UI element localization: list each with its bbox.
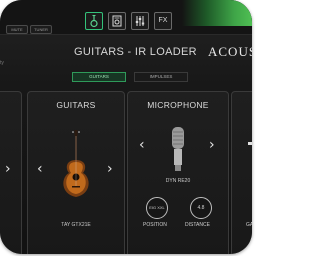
guitars-panel-title: GUITARS — [56, 100, 96, 110]
chevron-right-icon[interactable]: › — [5, 162, 11, 176]
tab-impulses[interactable]: IMPULSES — [134, 72, 188, 82]
gain-label: GA — [246, 222, 252, 228]
fx-icon: FX — [158, 17, 168, 24]
mic-next-button[interactable]: › — [209, 138, 215, 152]
microphone-image — [172, 127, 184, 171]
amp-tab-button[interactable] — [108, 12, 126, 30]
gain-panel: GA — [231, 91, 252, 254]
distance-label: DISTANCE — [185, 222, 210, 228]
position-label: POSITION — [143, 222, 167, 228]
page-title: GUITARS - IR LOADER — [74, 46, 197, 58]
guitar-icon — [90, 15, 98, 28]
brand-logo: ACOUST — [208, 44, 252, 59]
tab-guitars[interactable]: GUITARS — [72, 72, 126, 82]
mute-button[interactable]: MUTE — [6, 25, 28, 34]
gain-slider-handle[interactable] — [248, 142, 252, 145]
top-accent-glow — [182, 0, 252, 26]
mixer-tab-button[interactable] — [131, 12, 149, 30]
mixer-icon — [135, 16, 145, 26]
position-knob[interactable]: EIG XXL — [146, 197, 168, 219]
side-text: ty — [0, 60, 4, 66]
acoustic-guitar-image — [63, 130, 89, 197]
mic-prev-button[interactable]: ‹ — [139, 138, 145, 152]
guitar-next-button[interactable]: › — [107, 162, 113, 176]
guitars-panel: GUITARS ‹ › TAY GTX21E — [27, 91, 125, 254]
guitar-model-name: TAY GTX21E — [61, 222, 91, 228]
guitar-tab-button[interactable] — [85, 12, 103, 30]
mic-model-name: DYN RE20 — [165, 178, 191, 184]
tuner-button[interactable]: TUNER — [30, 25, 52, 34]
top-bar: MUTE TUNER FX — [0, 0, 252, 35]
app-window: MUTE TUNER FX ty GUITARS - IR LOADER ACO… — [0, 0, 252, 254]
view-tabs: GUITARS IMPULSES — [72, 72, 188, 82]
microphone-panel: MICROPHONE ‹ › DYN RE20 EIG XXL POSITION… — [127, 91, 229, 254]
previous-panel: › — [0, 91, 22, 254]
guitar-prev-button[interactable]: ‹ — [37, 162, 43, 176]
distance-knob[interactable]: 4.8 — [190, 197, 212, 219]
amp-icon — [112, 15, 122, 27]
fx-tab-button[interactable]: FX — [154, 12, 172, 30]
microphone-panel-title: MICROPHONE — [147, 100, 209, 110]
